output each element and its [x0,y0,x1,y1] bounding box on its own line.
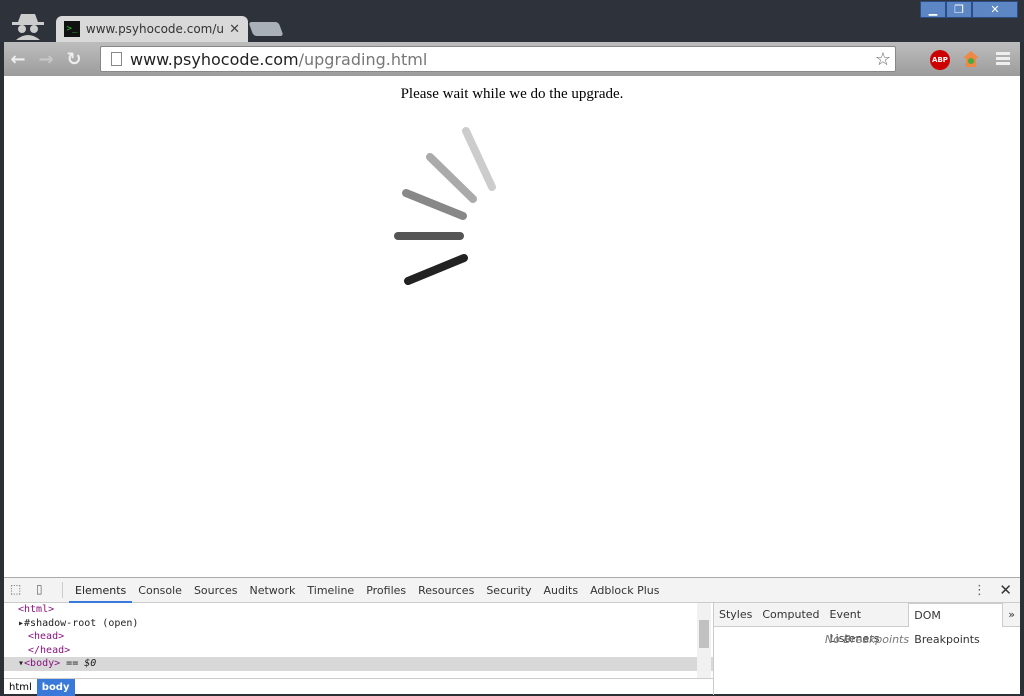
url-host: www.psyhocode.com [130,49,299,69]
browser-tab[interactable]: >_ www.psyhocode.com/upgrading.html ✕ [56,16,248,42]
tab-dom-breakpoints[interactable]: DOM Breakpoints [908,602,1004,646]
tab-styles[interactable]: Styles [714,603,757,627]
breadcrumb-body[interactable]: body [36,678,75,696]
address-bar[interactable]: www.psyhocode.com/upgrading.html ☆ [100,46,896,72]
adblock-plus-icon[interactable]: ABP [930,50,950,70]
tab-adblock-plus[interactable]: Adblock Plus [584,578,665,603]
tab-security[interactable]: Security [480,578,537,603]
new-tab-button[interactable] [248,22,284,36]
loading-spinner-icon [394,127,496,285]
tab-event-listeners[interactable]: Event Listeners [825,603,909,645]
dom-node-html[interactable]: <html> [4,603,713,617]
device-mode-icon[interactable]: ▯ [36,582,56,598]
window-close-button[interactable]: ✕ [972,1,1018,18]
dom-node-body[interactable]: ▾<body> == $0 [4,657,713,671]
title-bar: >_ www.psyhocode.com/upgrading.html ✕ ▁ … [0,0,1024,42]
chrome-menu-icon[interactable] [996,52,1010,67]
url-path: /upgrading.html [298,49,428,69]
back-button[interactable]: ← [4,49,32,70]
reload-button[interactable]: ↻ [60,49,88,70]
maximize-button[interactable]: ❐ [946,1,972,18]
toolbar: ← → ↻ www.psyhocode.com/upgrading.html ☆… [4,42,1020,76]
tab-sources[interactable]: Sources [188,578,244,603]
tab-computed[interactable]: Computed [757,603,824,627]
shadow-root-label: #shadow-root (open) [24,617,139,629]
tab-title: www.psyhocode.com/upgrading.html [85,22,224,36]
terminal-favicon-icon: >_ [64,21,80,37]
breadcrumb: html body [4,678,713,696]
page-icon [111,52,122,66]
tab-resources[interactable]: Resources [412,578,480,603]
selected-marker: == $0 [60,658,97,669]
page-content: Please wait while we do the upgrade. [4,76,1020,577]
minimize-button[interactable]: ▁ [920,1,946,18]
inspect-element-icon[interactable]: ⬚ [10,582,30,598]
tab-close-icon[interactable]: ✕ [229,22,240,37]
sidebar-pane: Styles Computed Event Listeners DOM Brea… [713,602,1020,695]
tab-timeline[interactable]: Timeline [301,578,360,603]
tab-audits[interactable]: Audits [537,578,584,603]
devtools-close-icon[interactable]: ✕ [999,581,1012,599]
spinner-bar [402,189,467,220]
dom-node-head[interactable]: <head> [4,630,713,644]
tab-network[interactable]: Network [243,578,301,603]
breadcrumb-html[interactable]: html [4,679,37,696]
devtools-panel: ⬚ ▯ Elements Console Sources Network Tim… [4,577,1020,696]
dom-tree: <html> ▸#shadow-root (open) <head> </hea… [4,603,713,678]
dom-node-head-close[interactable]: </head> [4,644,713,658]
dom-scrollbar[interactable] [697,603,711,678]
body-tag: <body> [24,658,61,669]
dom-node-shadow-root[interactable]: ▸#shadow-root (open) [4,617,713,631]
forward-button[interactable]: → [32,49,60,70]
tab-console[interactable]: Console [132,578,188,603]
tab-profiles[interactable]: Profiles [360,578,412,603]
spinner-bar [404,254,468,285]
spinner-bar [462,127,496,191]
incognito-icon [12,14,44,40]
extension-icon[interactable] [962,50,980,68]
more-tabs-icon[interactable]: » [1003,603,1020,627]
tab-elements[interactable]: Elements [69,578,133,603]
bookmark-star-icon[interactable]: ☆ [875,49,891,70]
spinner-bar [426,153,477,203]
more-options-icon[interactable]: ⋮ [973,583,986,598]
